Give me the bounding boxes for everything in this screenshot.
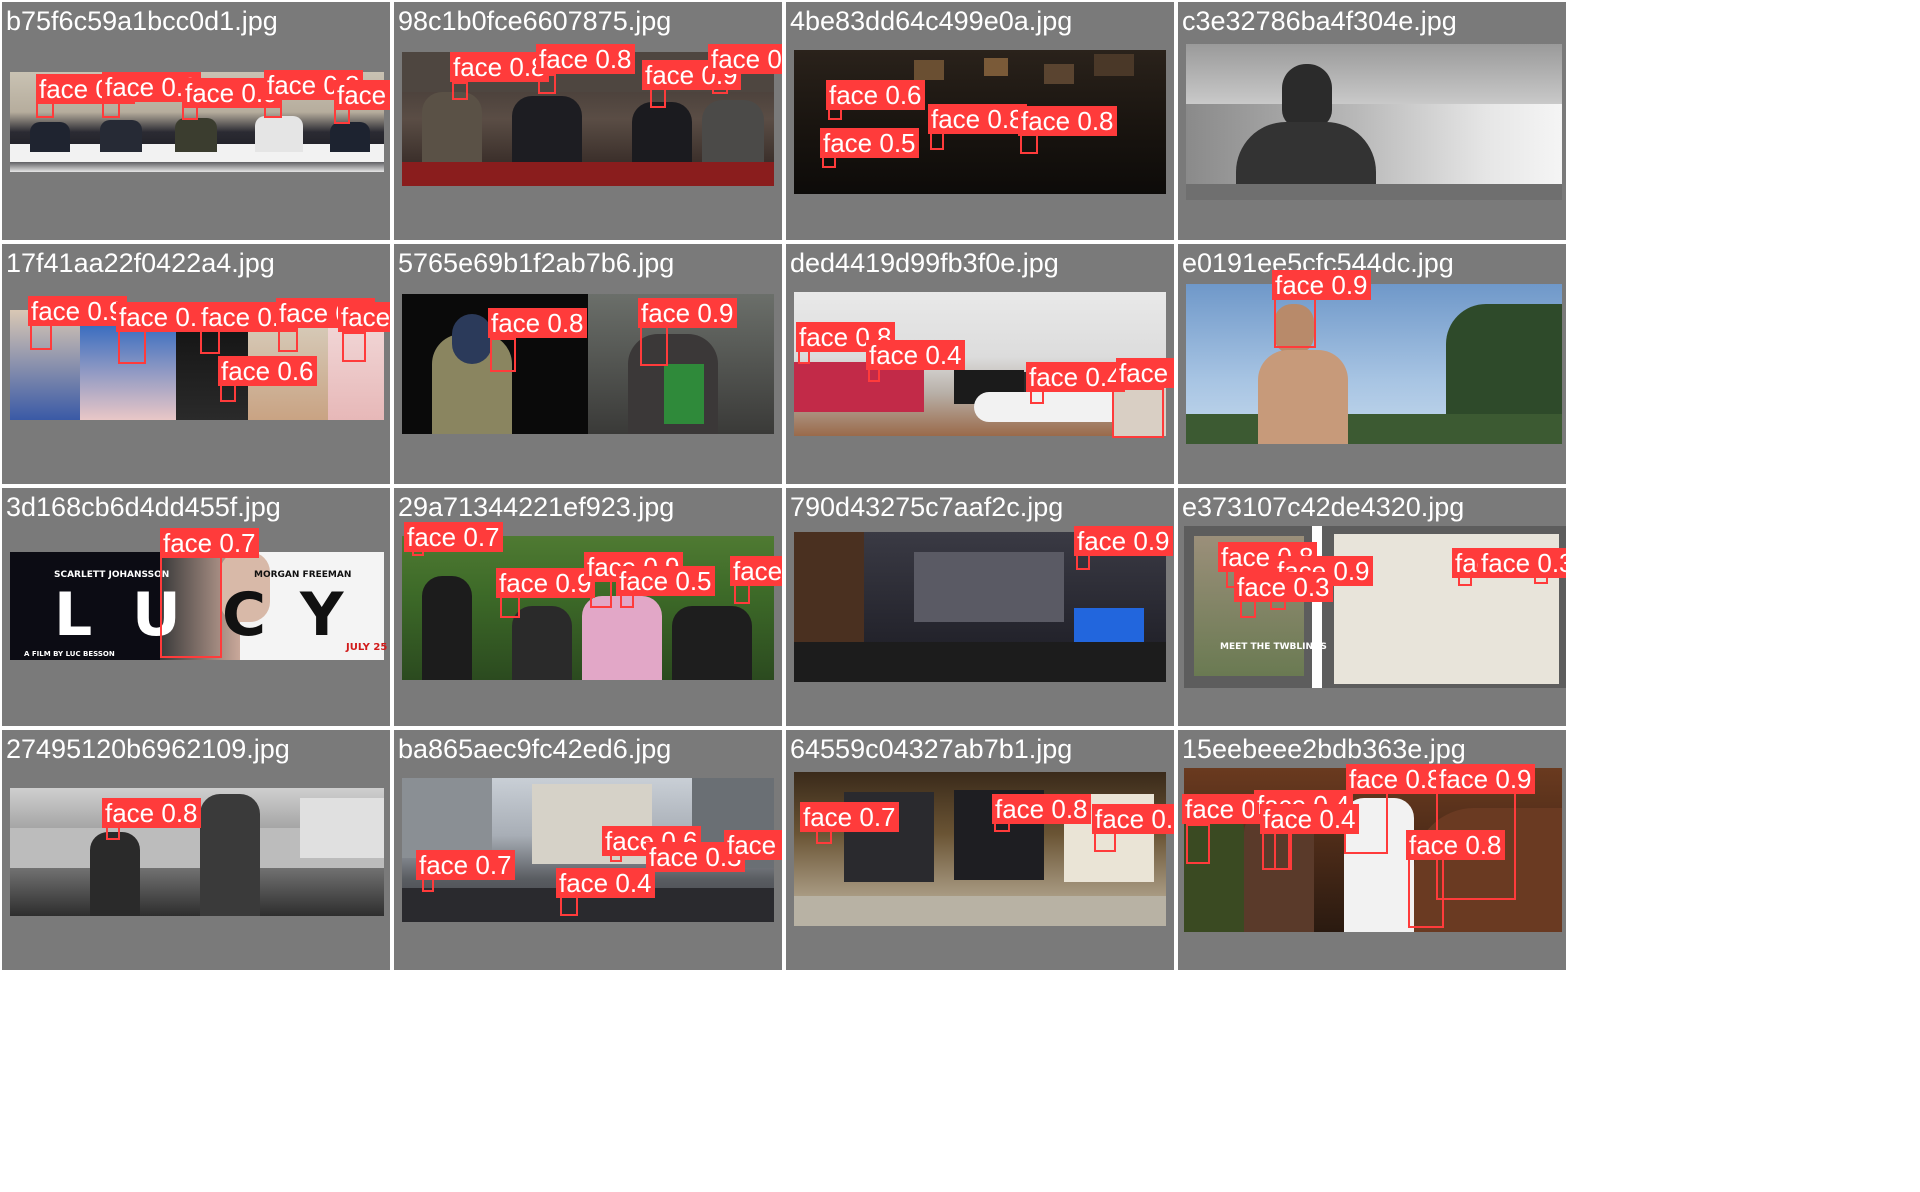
image-tile[interactable]: 29a71344221ef923.jpg face 0.7 face 0.9 f… [394, 488, 782, 726]
detection-label: face 0.4 [724, 830, 782, 860]
tile-filename: 3d168cb6d4dd455f.jpg [6, 492, 281, 522]
poster-title-letter: C [222, 580, 267, 650]
tile-filename: 98c1b0fce6607875.jpg [398, 6, 672, 36]
detection-box [490, 338, 516, 372]
detection-box [1408, 856, 1444, 928]
poster-date: JULY 25 [346, 642, 388, 653]
detection-label: face 0.9 [638, 298, 737, 328]
tile-filename: 27495120b6962109.jpg [6, 734, 290, 764]
image-tile[interactable]: 4be83dd64c499e0a.jpg face 0.6 face 0.5 f… [786, 2, 1174, 240]
image-tile[interactable]: e373107c42de4320.jpg MEET THE TWBLINGS f… [1178, 488, 1566, 726]
detection-label: face 0.7 [404, 522, 503, 552]
detection-label: face 0.9 [28, 296, 127, 326]
tile-filename: 17f41aa22f0422a4.jpg [6, 248, 275, 278]
image-tile[interactable]: c3e32786ba4f304e.jpg [1178, 2, 1566, 240]
tile-filename: ba865aec9fc42ed6.jpg [398, 734, 672, 764]
poster-title-letter: Y [300, 580, 344, 650]
detection-label: face 0.7 [416, 850, 515, 880]
detection-label: face 0.9 [338, 302, 390, 332]
detection-box [1274, 298, 1316, 348]
detection-box [160, 554, 222, 658]
image-tile[interactable]: 17f41aa22f0422a4.jpg face 0.9 face 0.9 f… [2, 244, 390, 484]
detection-label: face 0.4 [1260, 804, 1359, 834]
image-tile[interactable]: 15eebeee2bdb363e.jpg face 0.8 face 0.4 f… [1178, 730, 1566, 970]
image-tile[interactable]: e0191ee5cfc544dc.jpg face 0.9 [1178, 244, 1566, 484]
detection-box [118, 328, 146, 364]
tile-filename: ded4419d99fb3f0e.jpg [790, 248, 1059, 278]
image-tile[interactable]: 3d168cb6d4dd455f.jpg SCARLETT JOHANSSON … [2, 488, 390, 726]
tile-filename: 4be83dd64c499e0a.jpg [790, 6, 1073, 36]
image-tile[interactable]: 27495120b6962109.jpg face 0.8 [2, 730, 390, 970]
tile-filename: 64559c04327ab7b1.jpg [790, 734, 1073, 764]
detection-box [650, 88, 666, 108]
detection-label: face 0.9 [496, 568, 595, 598]
detection-label: face 0.4 [556, 868, 655, 898]
detection-label: face 0.8 [928, 104, 1027, 134]
detection-label: face 0.8 [488, 308, 587, 338]
tile-photo [1186, 44, 1562, 200]
image-tile[interactable]: 98c1b0fce6607875.jpg face 0.8 face 0.8 f… [394, 2, 782, 240]
tile-filename: 29a71344221ef923.jpg [398, 492, 675, 522]
tile-filename: 790d43275c7aaf2c.jpg [790, 492, 1064, 522]
detection-label: face 0.4 [866, 340, 965, 370]
image-tile[interactable]: b75f6c59a1bcc0d1.jpg face 0.9 face 0.9 f… [2, 2, 390, 240]
detection-box [452, 82, 468, 100]
detection-label: face 0.7 [1116, 358, 1174, 388]
poster-actor-left: SCARLETT JOHANSSON [54, 570, 170, 580]
detection-label: face 0.5 [616, 566, 715, 596]
detection-label: face 0.8 [1018, 106, 1117, 136]
detection-label: face 0.8 [450, 52, 549, 82]
detection-label: face 0.8 [730, 556, 782, 586]
detection-label: face 0.7 [160, 528, 259, 558]
detection-label: face 0.3 [1478, 548, 1566, 578]
detection-label: face 0.6 [826, 80, 925, 110]
tile-filename: e373107c42de4320.jpg [1182, 492, 1465, 522]
image-tile[interactable]: 64559c04327ab7b1.jpg face 0.7 face 0.8 f… [786, 730, 1174, 970]
image-tile[interactable]: 5765e69b1f2ab7b6.jpg face 0.8 face 0.9 [394, 244, 782, 484]
detection-label: face 0.9 [1272, 270, 1371, 300]
detection-label: face 0.8 [1406, 830, 1505, 860]
detection-label: face 0.3 [1234, 572, 1333, 602]
poster-credit: A FILM BY LUC BESSON [24, 650, 115, 658]
detection-label: face 0.8 [536, 44, 635, 74]
poster-title-letter: L [54, 580, 93, 650]
detection-label: face 0.7 [800, 802, 899, 832]
detection-box [640, 324, 668, 366]
tile-filename: c3e32786ba4f304e.jpg [1182, 6, 1457, 36]
detection-box [30, 322, 52, 350]
image-tile[interactable]: 790d43275c7aaf2c.jpg face 0.9 [786, 488, 1174, 726]
magazine-cover-text: MEET THE TWBLINGS [1220, 642, 1327, 652]
detection-label: face 0.5 [820, 128, 919, 158]
detection-label: face 0.8 [1346, 764, 1445, 794]
image-tile[interactable]: ded4419d99fb3f0e.jpg face 0.8 face 0.4 f… [786, 244, 1174, 484]
detection-box [1112, 388, 1164, 438]
detection-label: face 0.9 [1436, 764, 1535, 794]
poster-actor-right: MORGAN FREEMAN [254, 570, 352, 580]
tile-filename: 5765e69b1f2ab7b6.jpg [398, 248, 675, 278]
detection-label: face 0.4 [1026, 362, 1125, 392]
detection-label: face 0.8 [102, 798, 201, 828]
tile-filename: b75f6c59a1bcc0d1.jpg [6, 6, 278, 36]
tile-photo [1186, 284, 1562, 444]
detection-label: face 0.9 [1074, 526, 1173, 556]
detection-label: face 0.7 [708, 44, 782, 74]
image-tile[interactable]: ba865aec9fc42ed6.jpg face 0.7 face 0.6 f… [394, 730, 782, 970]
detection-box [1186, 824, 1210, 864]
detection-box [734, 584, 750, 604]
tile-filename: 15eebeee2bdb363e.jpg [1182, 734, 1466, 764]
prediction-grid: b75f6c59a1bcc0d1.jpg face 0.9 face 0.9 f… [0, 0, 1920, 1192]
detection-label: face 0.6 [218, 356, 317, 386]
detection-label: face 0.8 [992, 794, 1091, 824]
detection-label: face 0.9 [334, 80, 390, 110]
detection-label: face 0.8 [1092, 804, 1174, 834]
detection-box [1240, 600, 1256, 618]
detection-box [342, 332, 366, 362]
